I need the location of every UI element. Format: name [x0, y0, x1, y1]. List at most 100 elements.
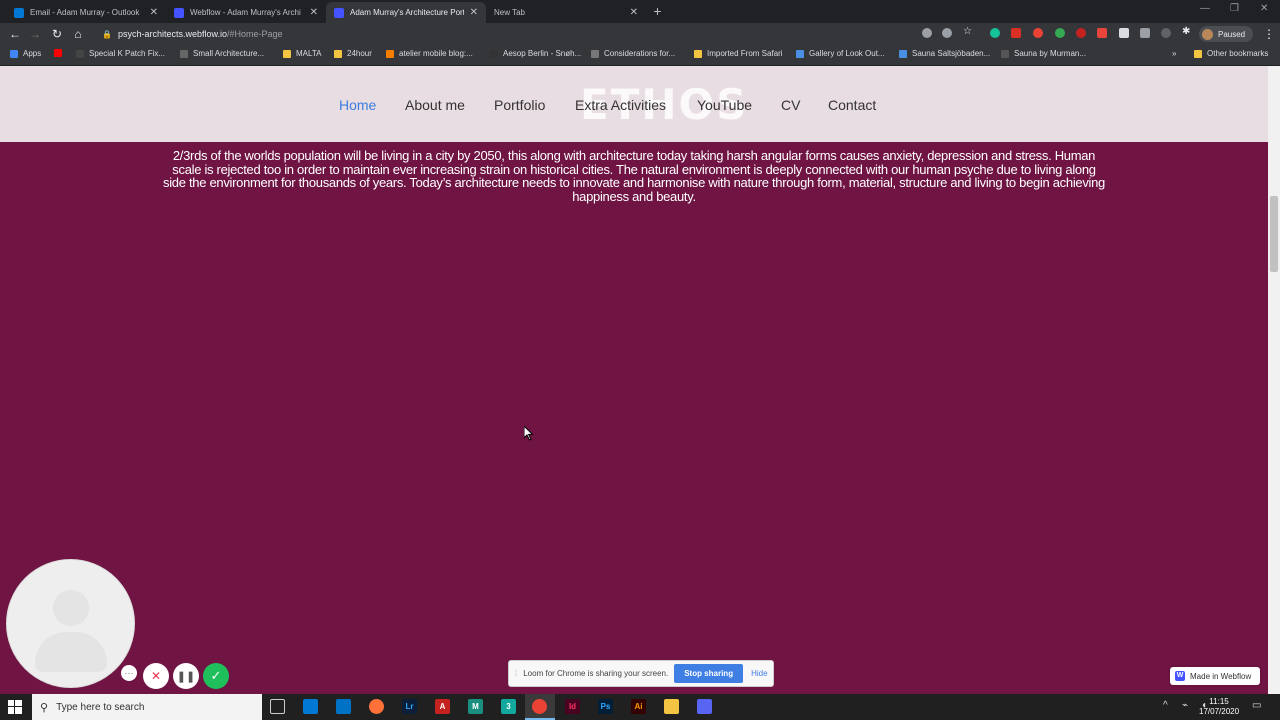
- clock-date: 17/07/2020: [1199, 707, 1240, 716]
- menu-icon[interactable]: ⋮: [1262, 27, 1276, 41]
- 3dsmax-icon[interactable]: 3: [501, 699, 516, 714]
- file-explorer-icon[interactable]: [664, 699, 679, 714]
- extension-icon[interactable]: [1033, 28, 1043, 38]
- outlook-icon: [14, 7, 24, 18]
- bookmark-item[interactable]: Aesop Berlin - Snøh...: [490, 49, 581, 58]
- minimize-icon[interactable]: —: [1200, 3, 1210, 14]
- bookmark-item[interactable]: atelier mobile blog:...: [386, 49, 473, 58]
- bookmark-folder[interactable]: MALTA: [283, 49, 321, 58]
- extension-icon[interactable]: [1140, 28, 1150, 38]
- hide-button[interactable]: Hide: [751, 669, 767, 678]
- close-window-icon[interactable]: ✕: [1260, 3, 1268, 14]
- tab-outlook[interactable]: Email - Adam Murray - Outlook ✕: [6, 2, 166, 23]
- bookmark-label: Imported From Safari: [707, 49, 783, 58]
- close-tab-icon[interactable]: ✕: [470, 7, 478, 18]
- autocad-icon[interactable]: A: [435, 699, 450, 714]
- new-tab-button[interactable]: +: [650, 4, 665, 19]
- star-icon[interactable]: ☆: [963, 26, 973, 37]
- restore-icon[interactable]: ❐: [1230, 3, 1239, 14]
- loom-camera-bubble[interactable]: [6, 559, 135, 688]
- bookmark-icon: [591, 49, 599, 58]
- close-tab-icon[interactable]: ✕: [630, 7, 638, 18]
- user-silhouette-body: [35, 632, 107, 672]
- system-clock[interactable]: 11:15 17/07/2020: [1199, 697, 1239, 717]
- share-message: Loom for Chrome is sharing your screen.: [523, 669, 669, 678]
- bookmark-item[interactable]: Considerations for...: [591, 49, 675, 58]
- illustrator-icon[interactable]: Ai: [631, 699, 646, 714]
- url-path: /#Home-Page: [227, 29, 283, 39]
- scrollbar-thumb[interactable]: [1270, 196, 1278, 272]
- bookmark-folder[interactable]: 24hour: [334, 49, 372, 58]
- stop-sharing-button[interactable]: Stop sharing: [674, 664, 744, 683]
- firefox-icon[interactable]: [369, 699, 384, 714]
- bookmark-youtube[interactable]: [54, 49, 67, 57]
- webflow-icon: [334, 7, 344, 18]
- nav-cv[interactable]: CV: [781, 97, 800, 113]
- page-scrollbar[interactable]: [1268, 66, 1280, 694]
- loom-finish-icon[interactable]: ✓: [203, 663, 229, 689]
- home-icon[interactable]: ⌂: [71, 27, 85, 41]
- nav-youtube[interactable]: YouTube: [697, 97, 752, 113]
- discord-icon[interactable]: [697, 699, 712, 714]
- windows-start-icon[interactable]: [8, 700, 22, 714]
- bookmark-item[interactable]: Special K Patch Fix...: [76, 49, 165, 58]
- profile-button[interactable]: Paused: [1199, 26, 1253, 42]
- loom-more-icon[interactable]: ⋯: [121, 665, 137, 681]
- acrobat-icon[interactable]: [1097, 28, 1107, 38]
- bookmark-folder-other[interactable]: Other bookmarks: [1194, 49, 1268, 58]
- bookmark-item[interactable]: Small Architecture...: [180, 49, 264, 58]
- mail-icon[interactable]: [336, 699, 351, 714]
- grammarly-icon[interactable]: [990, 28, 1000, 38]
- indesign-icon[interactable]: Id: [565, 699, 580, 714]
- forward-icon[interactable]: →: [28, 27, 42, 41]
- bookmark-apps[interactable]: Apps: [10, 49, 41, 58]
- loom-cancel-icon[interactable]: ✕: [143, 663, 169, 689]
- extension-icon[interactable]: [1119, 28, 1129, 38]
- youtube-icon: [54, 49, 62, 57]
- puzzle-icon[interactable]: ✱: [1182, 26, 1192, 37]
- camera-icon[interactable]: [922, 28, 932, 38]
- nav-home[interactable]: Home: [339, 97, 376, 113]
- eye-off-icon[interactable]: [942, 28, 952, 38]
- network-icon[interactable]: ⌁: [1182, 700, 1188, 711]
- bookmark-label: Apps: [23, 49, 42, 58]
- taskbar-search-input[interactable]: ⚲ Type here to search: [32, 694, 262, 720]
- app-icon[interactable]: M: [468, 699, 483, 714]
- tray-chevron-icon[interactable]: ^: [1163, 700, 1168, 711]
- extension-icon[interactable]: [1076, 28, 1086, 38]
- drag-handle-icon[interactable]: ⁞: [515, 669, 517, 678]
- loom-pause-icon[interactable]: ❚❚: [173, 663, 199, 689]
- nav-extra-activities[interactable]: Extra Activities: [575, 97, 666, 113]
- extension-icon[interactable]: [1161, 28, 1171, 38]
- lightroom-icon[interactable]: Lr: [402, 699, 417, 714]
- bookmark-folder[interactable]: Imported From Safari: [694, 49, 783, 58]
- mouse-cursor-icon: [524, 426, 534, 441]
- tab-portfolio[interactable]: Adam Murray's Architecture Port ✕: [326, 2, 486, 23]
- tab-webflow[interactable]: Webflow - Adam Murray's Archi ✕: [166, 2, 326, 23]
- close-tab-icon[interactable]: ✕: [310, 7, 318, 18]
- address-bar[interactable]: 🔒 psych-architects.webflow.io /#Home-Pag…: [92, 25, 912, 43]
- chrome-icon[interactable]: [532, 699, 547, 714]
- close-tab-icon[interactable]: ✕: [150, 7, 158, 18]
- made-in-webflow-badge[interactable]: W Made in Webflow: [1170, 667, 1260, 685]
- photoshop-icon[interactable]: Ps: [598, 699, 613, 714]
- nav-contact[interactable]: Contact: [828, 97, 876, 113]
- nav-portfolio[interactable]: Portfolio: [494, 97, 545, 113]
- more-bookmarks-icon[interactable]: »: [1172, 49, 1176, 58]
- extension-icon[interactable]: [1011, 28, 1021, 38]
- reload-icon[interactable]: ↻: [50, 27, 64, 41]
- bookmark-item[interactable]: Gallery of Look Out...: [796, 49, 885, 58]
- shield-icon[interactable]: [1055, 28, 1065, 38]
- bookmark-item[interactable]: Sauna Saltsjöbaden...: [899, 49, 990, 58]
- store-icon[interactable]: [303, 699, 318, 714]
- nav-about-me[interactable]: About me: [405, 97, 465, 113]
- bookmark-item[interactable]: Sauna by Murman...: [1001, 49, 1086, 58]
- apps-grid-icon: [10, 49, 18, 58]
- notification-icon[interactable]: ▭: [1252, 700, 1261, 711]
- task-view-icon[interactable]: [270, 699, 285, 714]
- tab-title: Webflow - Adam Murray's Archi: [190, 8, 301, 17]
- bookmark-label: Aesop Berlin - Snøh...: [503, 49, 582, 58]
- badge-label: Made in Webflow: [1190, 671, 1252, 681]
- tab-new[interactable]: New Tab ✕: [486, 2, 646, 23]
- back-icon[interactable]: ←: [8, 27, 22, 41]
